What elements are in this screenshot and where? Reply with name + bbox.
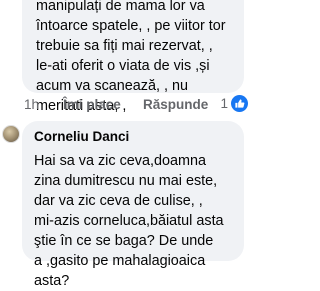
reaction-summary[interactable]: 1 <box>220 95 248 112</box>
comment-author[interactable]: Corneliu Danci <box>34 129 232 145</box>
thumbs-up-icon <box>231 95 248 112</box>
comment-bubble-previous: manipulați de mama lor va întoarce spate… <box>22 0 244 114</box>
comment-bubble-current: Corneliu Danci Hai sa va zic ceva,doamna… <box>22 121 244 289</box>
like-button[interactable]: Îmi place <box>63 97 121 112</box>
comment-actions: 1h Îmi place Răspunde 1 <box>22 95 250 117</box>
avatar[interactable] <box>2 125 20 143</box>
comment-text-current: Hai sa va zic ceva,doamna zina dumitresc… <box>34 153 224 289</box>
comment-timestamp[interactable]: 1h <box>24 97 39 112</box>
reply-button[interactable]: Răspunde <box>143 97 208 112</box>
reaction-count: 1 <box>220 96 228 111</box>
